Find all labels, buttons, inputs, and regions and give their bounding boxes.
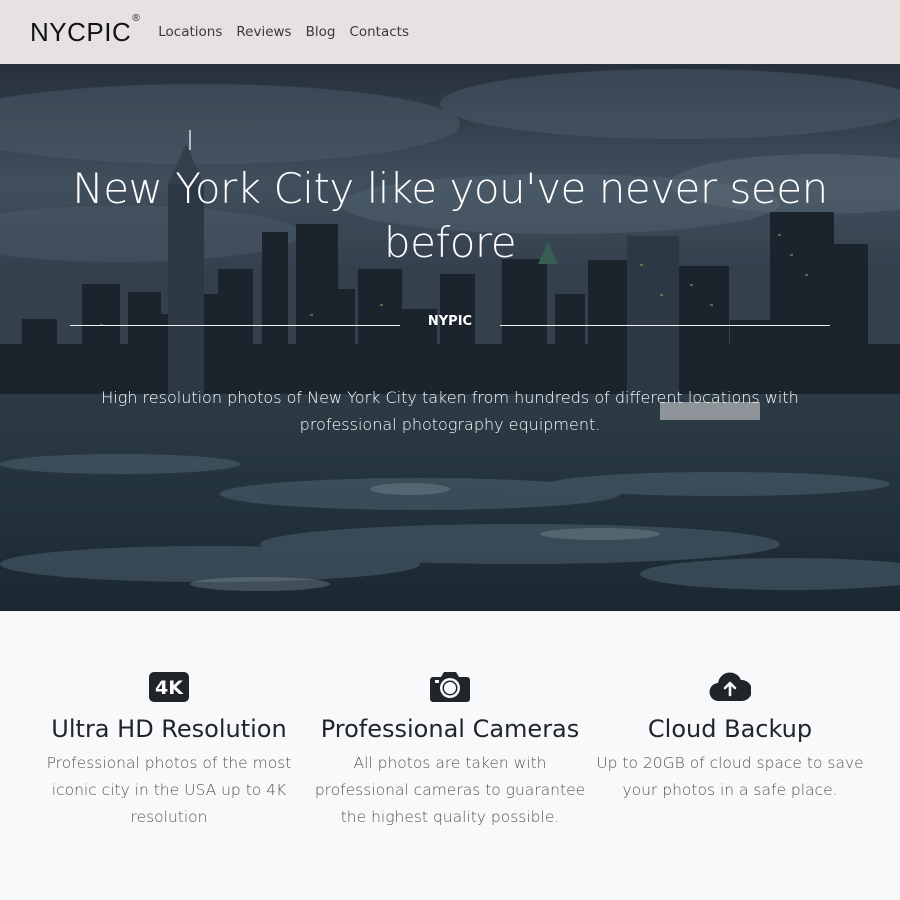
cloud-upload-icon: [590, 669, 870, 705]
navbar: NYCPIC ® Locations Reviews Blog Contacts: [0, 0, 900, 64]
feature-title: Cloud Backup: [647, 715, 813, 743]
brand-logo[interactable]: NYCPIC ®: [30, 13, 140, 48]
feature-professional-cameras: Professional Cameras All photos are take…: [310, 669, 590, 831]
4k-icon: 4K: [29, 669, 309, 705]
camera-icon: [310, 669, 590, 705]
feature-text: Up to 20GB of cloud space to save your p…: [596, 754, 864, 799]
hero-title: New York City like you've never seen bef…: [72, 164, 828, 267]
feature-text: All photos are taken with professional c…: [314, 754, 586, 826]
feature-title: Ultra HD Resolution: [51, 715, 287, 743]
svg-text:4K: 4K: [155, 677, 184, 699]
hero-subtitle: High resolution photos of New York City …: [101, 388, 799, 434]
nav-link-contacts[interactable]: Contacts: [349, 24, 409, 40]
nav-link-reviews[interactable]: Reviews: [236, 24, 291, 40]
feature-cloud-backup: Cloud Backup Up to 20GB of cloud space t…: [590, 669, 870, 804]
divider-line-right: [500, 325, 830, 326]
feature-text: Professional photos of the most iconic c…: [46, 754, 292, 826]
nav-link-locations[interactable]: Locations: [158, 24, 222, 40]
hero-section: New York City like you've never seen bef…: [0, 64, 900, 611]
features-section: 4K Ultra HD Resolution Professional phot…: [0, 611, 900, 900]
feature-title: Professional Cameras: [320, 715, 580, 743]
divider-label: NYPIC: [427, 314, 473, 329]
hero-background-image: [0, 64, 900, 611]
divider-line-left: [70, 325, 400, 326]
feature-ultra-hd: 4K Ultra HD Resolution Professional phot…: [29, 669, 309, 831]
nav-link-blog[interactable]: Blog: [306, 24, 336, 40]
